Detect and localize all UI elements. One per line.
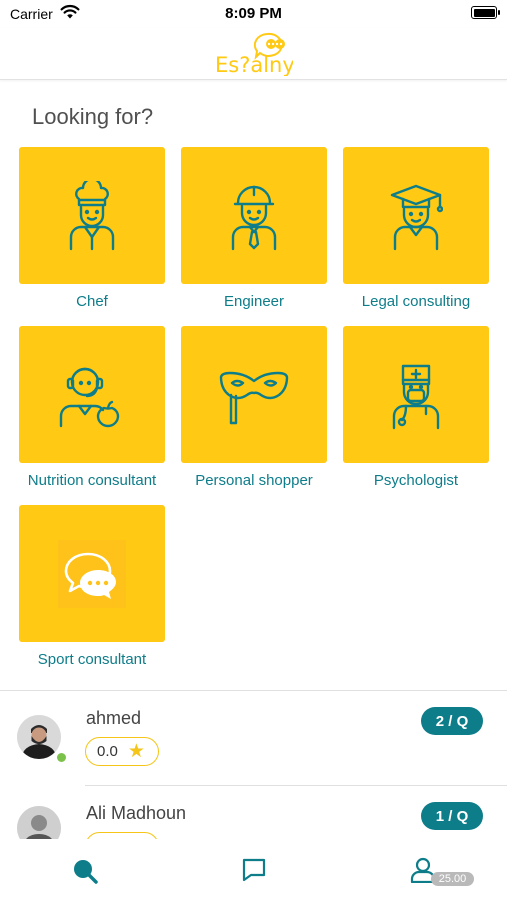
chat-icon bbox=[242, 858, 266, 882]
category-label[interactable]: Chef bbox=[9, 293, 175, 310]
mask-icon bbox=[219, 371, 289, 424]
category-engineer[interactable]: Engineer bbox=[181, 147, 327, 310]
category-tile[interactable] bbox=[19, 147, 165, 284]
category-tile[interactable] bbox=[19, 326, 165, 463]
category-personal-shopper[interactable]: Personal shopper bbox=[181, 326, 327, 489]
tab-search[interactable] bbox=[65, 857, 105, 897]
chef-icon bbox=[69, 180, 115, 250]
search-icon bbox=[74, 860, 98, 884]
category-label[interactable]: Personal shopper bbox=[171, 472, 337, 489]
bottom-tab-bar bbox=[0, 839, 507, 900]
category-label[interactable]: Sport consultant bbox=[9, 651, 175, 668]
category-label[interactable]: Psychologist bbox=[333, 472, 499, 489]
chat-bubbles-icon bbox=[58, 539, 126, 608]
category-legal-consulting[interactable]: Legal consulting bbox=[343, 147, 489, 310]
clock: 8:09 PM bbox=[225, 5, 282, 22]
category-tile[interactable] bbox=[343, 326, 489, 463]
battery-icon bbox=[471, 6, 500, 19]
consultant-name[interactable]: ahmed bbox=[86, 708, 141, 729]
rating-badge: 0.0 ★ bbox=[85, 737, 159, 766]
category-label[interactable]: Engineer bbox=[171, 293, 337, 310]
price-badge[interactable]: 2 / Q bbox=[421, 707, 483, 735]
category-tile[interactable] bbox=[181, 147, 327, 284]
doctor-icon bbox=[392, 364, 440, 429]
price-badge[interactable]: 1 / Q bbox=[421, 802, 483, 830]
status-bar: Carrier 8:09 PM bbox=[0, 0, 507, 28]
nutrition-icon bbox=[59, 367, 120, 427]
balance-badge: 25.00 bbox=[431, 872, 474, 886]
category-chef[interactable]: Chef bbox=[19, 147, 165, 310]
graduate-icon bbox=[390, 184, 443, 250]
rating-value: 0.0 bbox=[97, 743, 118, 760]
online-status-dot bbox=[55, 751, 68, 764]
section-title: Looking for? bbox=[32, 104, 154, 129]
logo-text: Es?alny bbox=[215, 53, 293, 76]
category-label[interactable]: Nutrition consultant bbox=[9, 472, 175, 489]
category-tile[interactable] bbox=[343, 147, 489, 284]
app-header: Es?alny bbox=[0, 28, 507, 80]
engineer-icon bbox=[231, 185, 277, 250]
tab-messages[interactable] bbox=[234, 857, 274, 897]
app-logo: Es?alny bbox=[215, 32, 293, 76]
category-sport-consultant[interactable]: Sport consultant bbox=[19, 505, 165, 668]
consultant-name[interactable]: Ali Madhoun bbox=[86, 803, 186, 824]
star-icon: ★ bbox=[127, 741, 145, 762]
consultant-row[interactable]: ahmed 0.0 ★ 2 / Q bbox=[0, 691, 507, 786]
category-psychologist[interactable]: Psychologist bbox=[343, 326, 489, 489]
category-tile[interactable] bbox=[181, 326, 327, 463]
category-tile[interactable] bbox=[19, 505, 165, 642]
category-nutrition-consultant[interactable]: Nutrition consultant bbox=[19, 326, 165, 489]
category-label[interactable]: Legal consulting bbox=[333, 293, 499, 310]
avatar[interactable] bbox=[17, 715, 61, 759]
